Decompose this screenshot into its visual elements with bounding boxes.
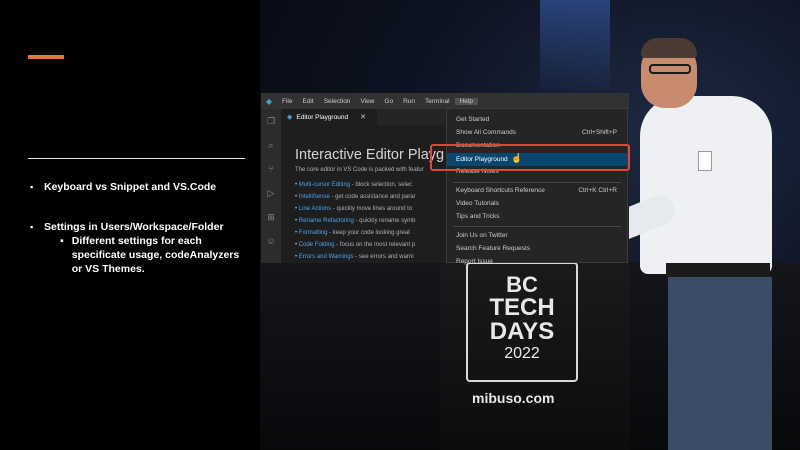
help-menu-item[interactable]: Show All Commands Ctrl+Shift+P — [447, 126, 627, 139]
feature-desc: - block selection, selec — [350, 182, 413, 188]
menu-separator — [453, 226, 621, 227]
speaker-hair — [641, 38, 697, 58]
feature-link[interactable]: Formatting — [299, 230, 328, 236]
sub-bullet-item: ▪ Different settings for each specificat… — [60, 234, 260, 276]
speaker-jeans — [668, 277, 772, 450]
help-menu-item[interactable]: Video Tutorials — [447, 197, 627, 210]
feature-link[interactable]: IntelliSense — [299, 194, 330, 200]
help-menu-item[interactable]: Report Issue — [447, 255, 627, 268]
feature-link[interactable]: Line Actions — [299, 206, 331, 212]
feature-link[interactable]: Errors and Warnings — [299, 254, 354, 260]
accent-bar — [28, 55, 64, 59]
help-menu-item[interactable]: Keyboard Shortcuts Reference Ctrl+K Ctrl+… — [447, 184, 627, 197]
bullet-item: ▪ Settings in Users/Workspace/Folder — [30, 220, 260, 234]
tab-editor-playground[interactable]: ◆ Editor Playground ✕ — [281, 109, 377, 125]
menu-edit[interactable]: Edit — [297, 98, 318, 105]
speaker-badge — [698, 151, 712, 171]
explorer-icon[interactable]: ❐ — [261, 109, 281, 133]
menu-go[interactable]: Go — [379, 98, 398, 105]
menu-view[interactable]: View — [355, 98, 379, 105]
title-divider — [28, 158, 245, 159]
tab-label: Editor Playground — [296, 113, 349, 121]
bullet-dot-icon: ▪ — [30, 222, 34, 232]
help-menu-item[interactable]: Get Started — [447, 113, 627, 126]
help-menu-item[interactable]: Join Us on Twitter — [447, 229, 627, 242]
podium-logo-line: TECH — [489, 294, 555, 321]
extensions-icon[interactable]: ⊞ — [261, 205, 281, 229]
source-control-icon[interactable]: ⑂ — [261, 157, 281, 181]
podium-url: mibuso.com — [472, 390, 555, 406]
menu-terminal[interactable]: Terminal — [420, 98, 455, 105]
sub-bullet-text: Different settings for each specificate … — [71, 235, 240, 275]
feature-desc: - get code assistance and parar — [329, 194, 416, 200]
feature-desc: - focus on the most relevant p — [334, 242, 416, 248]
account-icon[interactable]: ☺ — [261, 229, 281, 253]
vscode-logo-icon: ◆ — [265, 96, 273, 106]
menu-separator — [453, 182, 621, 183]
menu-bar: ◆ File Edit Selection View Go Run Termin… — [261, 93, 629, 109]
bullet-list: ▪ Keyboard vs Snippet and VS.Code ▪ Sett… — [30, 180, 260, 276]
feature-link[interactable]: Code Folding — [299, 242, 335, 248]
podium-logo-line: DAYS — [489, 318, 555, 345]
podium-logo: BC TECH DAYS 2022 — [466, 262, 578, 382]
run-debug-icon[interactable]: ▷ — [261, 181, 281, 205]
highlight-box — [430, 144, 630, 171]
feature-desc: - quickly move lines around to — [331, 206, 413, 212]
feature-link[interactable]: Rename Refactoring — [299, 218, 354, 224]
help-menu-item[interactable]: Search Feature Requests — [447, 242, 627, 255]
feature-desc: - see errors and warni — [353, 254, 414, 260]
feature-desc: - keep your code looking great — [327, 230, 410, 236]
speaker-belt — [666, 263, 770, 277]
search-icon[interactable]: ⌕ — [261, 133, 281, 157]
vscode-tab-icon: ◆ — [287, 114, 293, 121]
help-menu-dropdown: Get Started Show All Commands Ctrl+Shift+… — [446, 108, 628, 265]
feature-desc: - quickly rename symb — [353, 218, 416, 224]
speaker-shirt — [640, 96, 772, 274]
menu-help[interactable]: Help — [454, 97, 478, 105]
mouse-cursor-icon: ☝ — [511, 153, 523, 163]
menu-file[interactable]: File — [277, 98, 297, 105]
bullet-text: Settings in Users/Workspace/Folder — [44, 221, 224, 233]
bullet-text: Keyboard vs Snippet and VS.Code — [44, 181, 217, 193]
speaker-glasses — [649, 64, 691, 74]
activity-bar: ❐ ⌕ ⑂ ▷ ⊞ ☺ — [261, 109, 281, 263]
bullet-dot-icon: ▪ — [30, 182, 34, 192]
menu-run[interactable]: Run — [398, 98, 420, 105]
help-menu-item[interactable]: Tips and Tricks — [447, 210, 627, 223]
stage-light — [540, 0, 610, 90]
bullet-dot-icon: ▪ — [60, 235, 64, 247]
podium-logo-line: 2022 — [504, 345, 540, 362]
bullet-item: ▪ Keyboard vs Snippet and VS.Code — [30, 180, 260, 194]
menu-selection[interactable]: Selection — [319, 98, 356, 105]
feature-link[interactable]: Multi-cursor Editing — [299, 182, 350, 188]
podium-logo-line: BC — [506, 272, 538, 297]
close-icon[interactable]: ✕ — [360, 113, 366, 121]
